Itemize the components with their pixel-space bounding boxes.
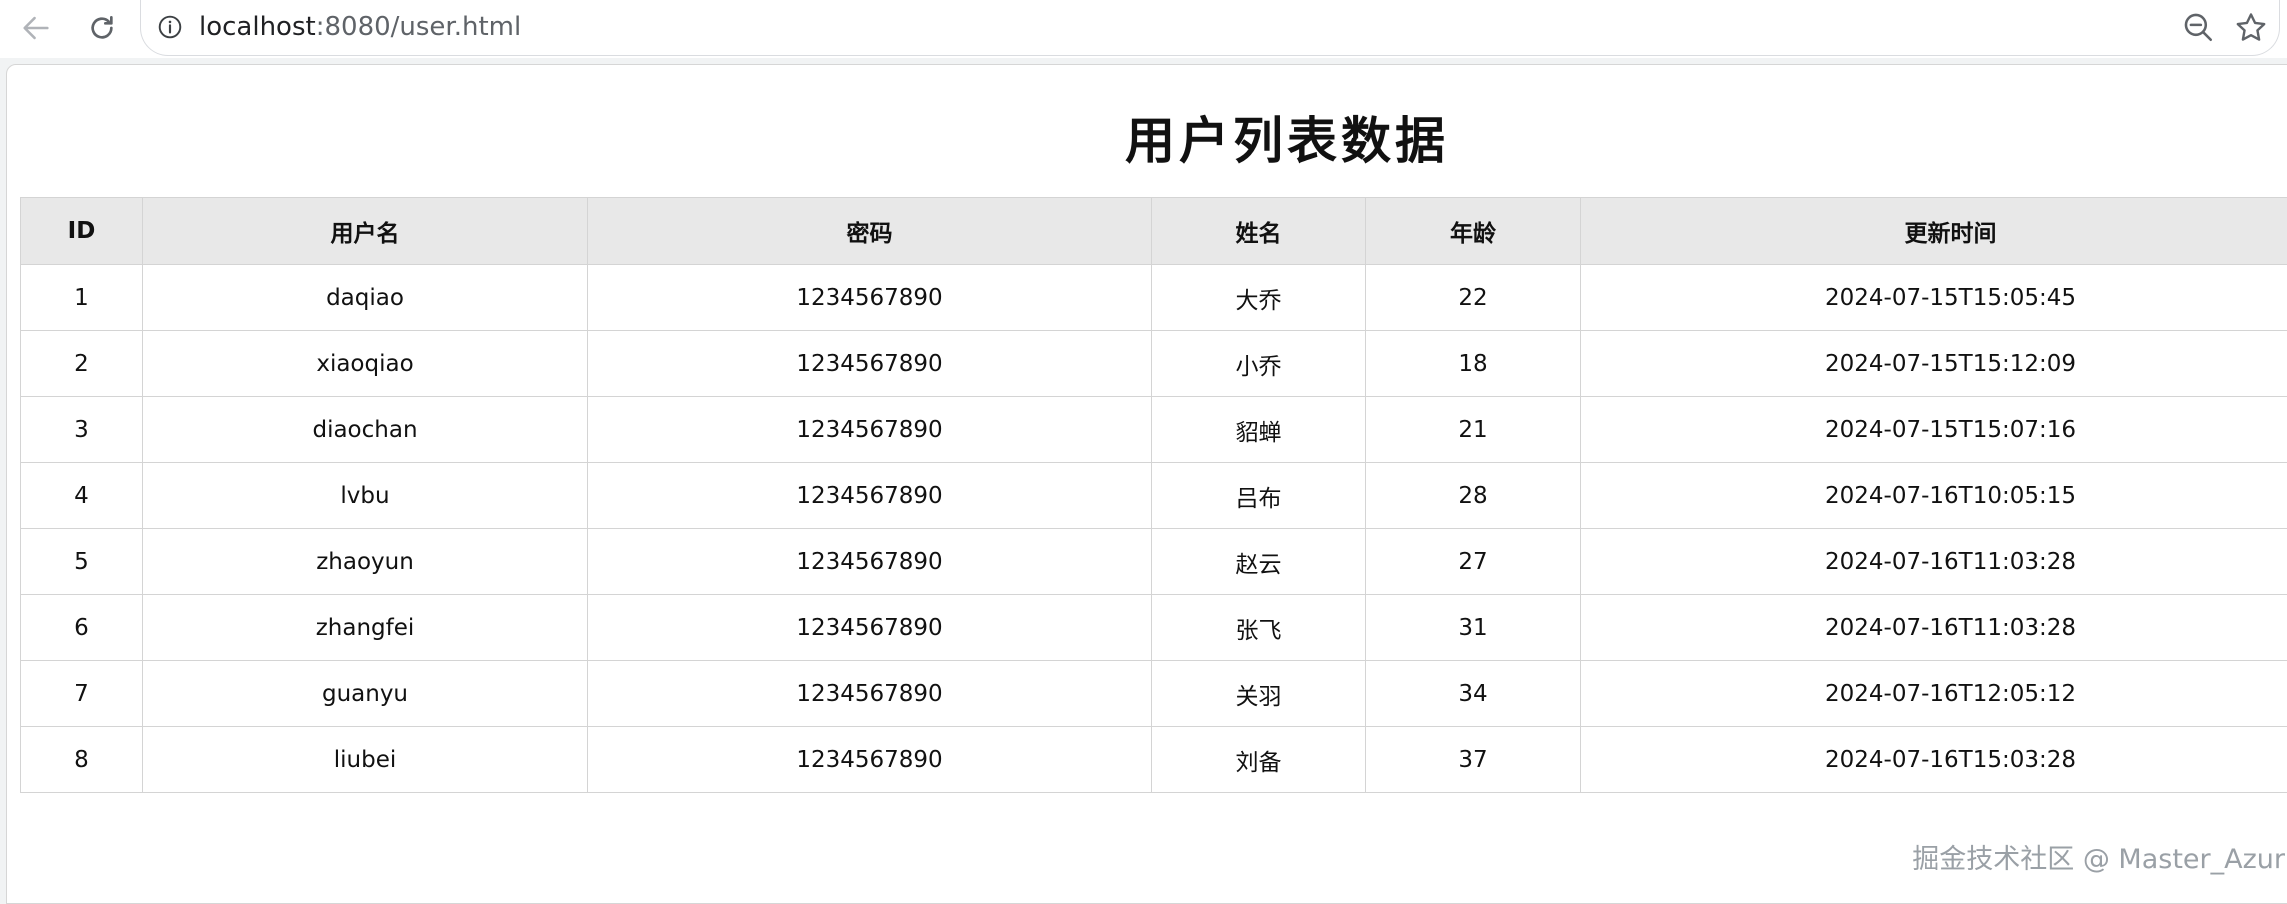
cell-name: 赵云: [1152, 529, 1366, 595]
cell-username: diaochan: [143, 397, 588, 463]
header-password: 密码: [588, 198, 1152, 265]
cell-update-time: 2024-07-15T15:07:16: [1581, 397, 2287, 463]
zoom-out-icon[interactable]: [2181, 10, 2215, 44]
cell-age: 34: [1366, 661, 1581, 727]
cell-name: 刘备: [1152, 727, 1366, 793]
cell-id: 3: [21, 397, 143, 463]
back-button[interactable]: [14, 8, 58, 48]
table-header-row: ID 用户名 密码 姓名 年龄 更新时间: [21, 198, 2287, 265]
cell-age: 22: [1366, 265, 1581, 331]
cell-id: 1: [21, 265, 143, 331]
cell-id: 7: [21, 661, 143, 727]
reload-button[interactable]: [80, 8, 124, 48]
header-age: 年龄: [1366, 198, 1581, 265]
watermark: 掘金技术社区 @ Master_Azur: [1912, 837, 2285, 876]
page-content: 用户列表数据 ID 用户名 密码 姓名 年龄 更新时间 1 daqiao: [6, 64, 2287, 904]
cell-username: liubei: [143, 727, 588, 793]
table-row: 4 lvbu 1234567890 吕布 28 2024-07-16T10:05…: [21, 463, 2287, 529]
url-text[interactable]: localhost:8080/user.html: [199, 12, 521, 42]
cell-age: 27: [1366, 529, 1581, 595]
cell-update-time: 2024-07-16T12:05:12: [1581, 661, 2287, 727]
table-row: 6 zhangfei 1234567890 张飞 31 2024-07-16T1…: [21, 595, 2287, 661]
url-path: :8080/user.html: [316, 12, 522, 42]
cell-name: 小乔: [1152, 331, 1366, 397]
cell-update-time: 2024-07-16T11:03:28: [1581, 529, 2287, 595]
cell-password: 1234567890: [588, 661, 1152, 727]
cell-username: xiaoqiao: [143, 331, 588, 397]
cell-name: 吕布: [1152, 463, 1366, 529]
address-bar[interactable]: localhost:8080/user.html: [140, 0, 2280, 56]
cell-age: 21: [1366, 397, 1581, 463]
table-row: 5 zhaoyun 1234567890 赵云 27 2024-07-16T11…: [21, 529, 2287, 595]
arrow-left-icon: [19, 11, 53, 45]
cell-update-time: 2024-07-15T15:12:09: [1581, 331, 2287, 397]
cell-name: 张飞: [1152, 595, 1366, 661]
browser-toolbar: localhost:8080/user.html: [0, 0, 2287, 58]
user-table: ID 用户名 密码 姓名 年龄 更新时间 1 daqiao 1234567890…: [20, 197, 2287, 793]
cell-age: 31: [1366, 595, 1581, 661]
cell-name: 大乔: [1152, 265, 1366, 331]
cell-username: lvbu: [143, 463, 588, 529]
table-row: 1 daqiao 1234567890 大乔 22 2024-07-15T15:…: [21, 265, 2287, 331]
cell-username: daqiao: [143, 265, 588, 331]
cell-id: 4: [21, 463, 143, 529]
url-host: localhost: [199, 12, 316, 42]
reload-icon: [86, 12, 118, 44]
cell-update-time: 2024-07-16T10:05:15: [1581, 463, 2287, 529]
cell-password: 1234567890: [588, 397, 1152, 463]
cell-update-time: 2024-07-16T15:03:28: [1581, 727, 2287, 793]
cell-update-time: 2024-07-15T15:05:45: [1581, 265, 2287, 331]
cell-password: 1234567890: [588, 331, 1152, 397]
table-row: 8 liubei 1234567890 刘备 37 2024-07-16T15:…: [21, 727, 2287, 793]
star-icon[interactable]: [2233, 10, 2269, 46]
cell-name: 貂蝉: [1152, 397, 1366, 463]
cell-age: 18: [1366, 331, 1581, 397]
cell-password: 1234567890: [588, 463, 1152, 529]
cell-age: 37: [1366, 727, 1581, 793]
cell-username: guanyu: [143, 661, 588, 727]
cell-name: 关羽: [1152, 661, 1366, 727]
cell-password: 1234567890: [588, 595, 1152, 661]
header-username: 用户名: [143, 198, 588, 265]
cell-username: zhaoyun: [143, 529, 588, 595]
cell-id: 2: [21, 331, 143, 397]
cell-password: 1234567890: [588, 265, 1152, 331]
info-icon[interactable]: [157, 14, 183, 40]
header-id: ID: [21, 198, 143, 265]
header-name: 姓名: [1152, 198, 1366, 265]
header-update-time: 更新时间: [1581, 198, 2287, 265]
cell-username: zhangfei: [143, 595, 588, 661]
cell-password: 1234567890: [588, 727, 1152, 793]
table-row: 3 diaochan 1234567890 貂蝉 21 2024-07-15T1…: [21, 397, 2287, 463]
cell-age: 28: [1366, 463, 1581, 529]
cell-password: 1234567890: [588, 529, 1152, 595]
cell-id: 5: [21, 529, 143, 595]
cell-id: 6: [21, 595, 143, 661]
page-title: 用户列表数据: [7, 101, 2287, 173]
cell-update-time: 2024-07-16T11:03:28: [1581, 595, 2287, 661]
table-row: 2 xiaoqiao 1234567890 小乔 18 2024-07-15T1…: [21, 331, 2287, 397]
table-row: 7 guanyu 1234567890 关羽 34 2024-07-16T12:…: [21, 661, 2287, 727]
cell-id: 8: [21, 727, 143, 793]
